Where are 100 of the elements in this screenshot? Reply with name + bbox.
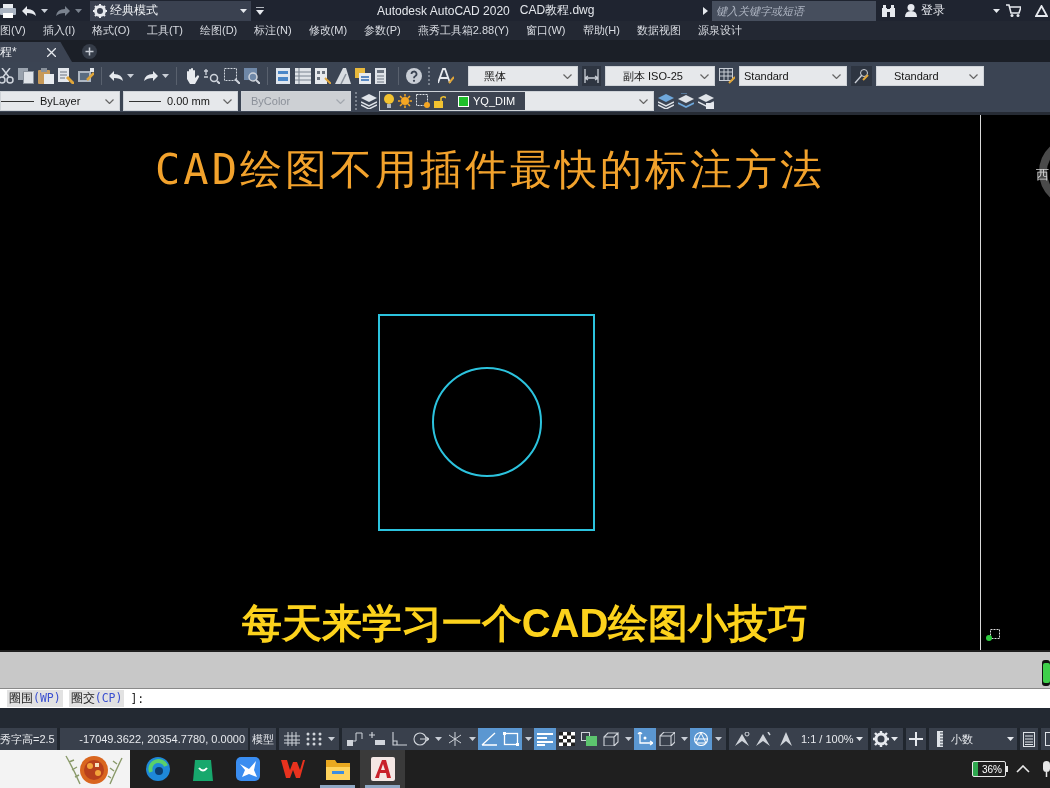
chevron-up-icon[interactable]: [1016, 765, 1030, 773]
caret-icon[interactable]: [856, 737, 864, 741]
plus-icon[interactable]: [82, 44, 97, 59]
caret-icon[interactable]: [162, 74, 169, 78]
status-toggle[interactable]: [500, 728, 522, 750]
caret-icon[interactable]: [468, 737, 476, 741]
dimension-arrows-icon[interactable]: [584, 69, 599, 83]
multileader-style-dropdown[interactable]: Standard: [876, 66, 984, 86]
menu-item[interactable]: 标注(N): [254, 23, 292, 38]
chevron-down-icon[interactable]: [105, 98, 114, 104]
status-toggle[interactable]: [478, 728, 500, 750]
chevron-down-icon[interactable]: [969, 73, 978, 79]
menu-item[interactable]: 帮助(H): [582, 23, 620, 38]
chevron-down-icon[interactable]: [832, 73, 841, 79]
caret-icon[interactable]: [993, 8, 1000, 13]
menu-item[interactable]: 工具(T): [146, 23, 183, 38]
table-style-dropdown[interactable]: Standard: [739, 66, 847, 86]
page-brush-icon[interactable]: [58, 68, 74, 84]
chevron-down-icon[interactable]: [223, 98, 232, 104]
font-dropdown[interactable]: 黑体: [468, 66, 578, 86]
menu-item[interactable]: 参数(P): [364, 23, 401, 38]
linetype-dropdown[interactable]: ByLayer: [0, 91, 120, 111]
zoom-plus-minus-icon[interactable]: [204, 68, 220, 84]
battery-indicator[interactable]: 36%: [972, 761, 1006, 777]
menu-item[interactable]: 格式(O): [92, 23, 130, 38]
form-page-icon[interactable]: [275, 68, 291, 84]
undo-icon[interactable]: [22, 5, 36, 16]
redo-icon[interactable]: [144, 71, 158, 81]
layer-stack-icon[interactable]: [658, 93, 674, 109]
status-toggle[interactable]: [534, 728, 556, 750]
menu-item[interactable]: 绘图(D): [200, 23, 238, 38]
gear-icon[interactable]: [872, 731, 889, 747]
right-arrow-icon[interactable]: [703, 6, 708, 15]
printer-icon[interactable]: [0, 3, 16, 18]
triangle-icon[interactable]: [1035, 4, 1048, 17]
page-squares-icon[interactable]: [315, 68, 331, 84]
leader-pencil-icon[interactable]: [854, 68, 869, 84]
menu-item[interactable]: 数据视图: [636, 23, 681, 38]
lineweight-dropdown[interactable]: 0.00 mm: [123, 91, 238, 111]
caret-icon[interactable]: [680, 737, 688, 741]
caret-icon[interactable]: [1006, 737, 1014, 741]
microphone-icon[interactable]: [1042, 761, 1050, 777]
menu-item[interactable]: 修改(M): [308, 23, 348, 38]
chevron-down-icon[interactable]: [639, 98, 648, 104]
zoom-window-icon[interactable]: [224, 68, 240, 84]
caret-icon[interactable]: [624, 737, 632, 741]
layer-stack-icon[interactable]: [361, 93, 377, 109]
sign-in-link[interactable]: 登录: [921, 2, 945, 19]
menu-item[interactable]: 插入(I): [42, 23, 76, 38]
layer-dropdown[interactable]: YQ_DIM: [379, 91, 654, 111]
binoculars-icon[interactable]: [882, 4, 895, 17]
chevron-down-icon[interactable]: [700, 73, 709, 79]
search-field[interactable]: 键入关键字或短语: [712, 0, 876, 21]
zoom-icon[interactable]: [244, 68, 260, 84]
command-option[interactable]: 圈交(CP): [68, 690, 125, 707]
units-dropdown[interactable]: 小数: [928, 728, 1017, 750]
caret-icon[interactable]: [524, 737, 532, 741]
caret-icon[interactable]: [434, 737, 442, 741]
menu-item[interactable]: 源泉设计: [697, 23, 742, 38]
redo-icon[interactable]: [56, 5, 70, 16]
status-toggle[interactable]: [690, 728, 712, 750]
layer-page-icon[interactable]: [698, 93, 714, 109]
menu-item[interactable]: 图(V): [0, 23, 26, 38]
scissors-icon[interactable]: [0, 68, 14, 84]
caret-icon[interactable]: [240, 8, 247, 13]
panel-icon[interactable]: [1044, 732, 1050, 746]
cart-icon[interactable]: [1006, 4, 1021, 17]
taskbar-app[interactable]: [360, 750, 405, 788]
caret-bar-icon[interactable]: [256, 6, 264, 15]
stacked-notes-icon[interactable]: [355, 68, 371, 84]
window-pencil-icon[interactable]: [78, 68, 94, 84]
caret-icon[interactable]: [891, 737, 899, 741]
dimension-style-dropdown[interactable]: 副本 ISO-25: [605, 66, 715, 86]
help-icon[interactable]: [406, 68, 422, 84]
clipboard-icon[interactable]: [38, 68, 54, 84]
menu-item[interactable]: 燕秀工具箱2.88(Y): [417, 23, 509, 38]
letter-pencil-icon[interactable]: [438, 68, 454, 84]
caret-icon[interactable]: [327, 737, 335, 741]
workspace-dropdown[interactable]: 经典模式: [90, 0, 251, 21]
chevron-down-icon[interactable]: [563, 73, 572, 79]
widget-panel[interactable]: [0, 750, 130, 788]
annotation-scale[interactable]: 1:1 / 100%: [801, 733, 854, 745]
file-tab[interactable]: 程*: [0, 42, 72, 62]
hand-icon[interactable]: [184, 68, 200, 84]
layer-stack-icon[interactable]: [678, 93, 694, 109]
copy-icon[interactable]: [18, 68, 34, 84]
menu-item[interactable]: 窗口(W): [525, 23, 566, 38]
model-space-button[interactable]: 模型: [250, 728, 276, 750]
undo-icon[interactable]: [109, 71, 123, 81]
command-option[interactable]: 圈围(WP): [7, 690, 63, 707]
table-pencil-icon[interactable]: [719, 68, 735, 84]
caret-icon[interactable]: [714, 737, 722, 741]
triangle-ruler-icon[interactable]: [335, 68, 351, 84]
user-icon[interactable]: [905, 4, 917, 17]
status-toggle[interactable]: [634, 728, 656, 750]
floating-app-icon[interactable]: [1042, 660, 1050, 686]
viewcube-label[interactable]: 西: [1036, 167, 1049, 183]
caret-icon[interactable]: [127, 74, 134, 78]
caret-icon[interactable]: [41, 8, 48, 13]
close-icon[interactable]: [47, 47, 56, 57]
